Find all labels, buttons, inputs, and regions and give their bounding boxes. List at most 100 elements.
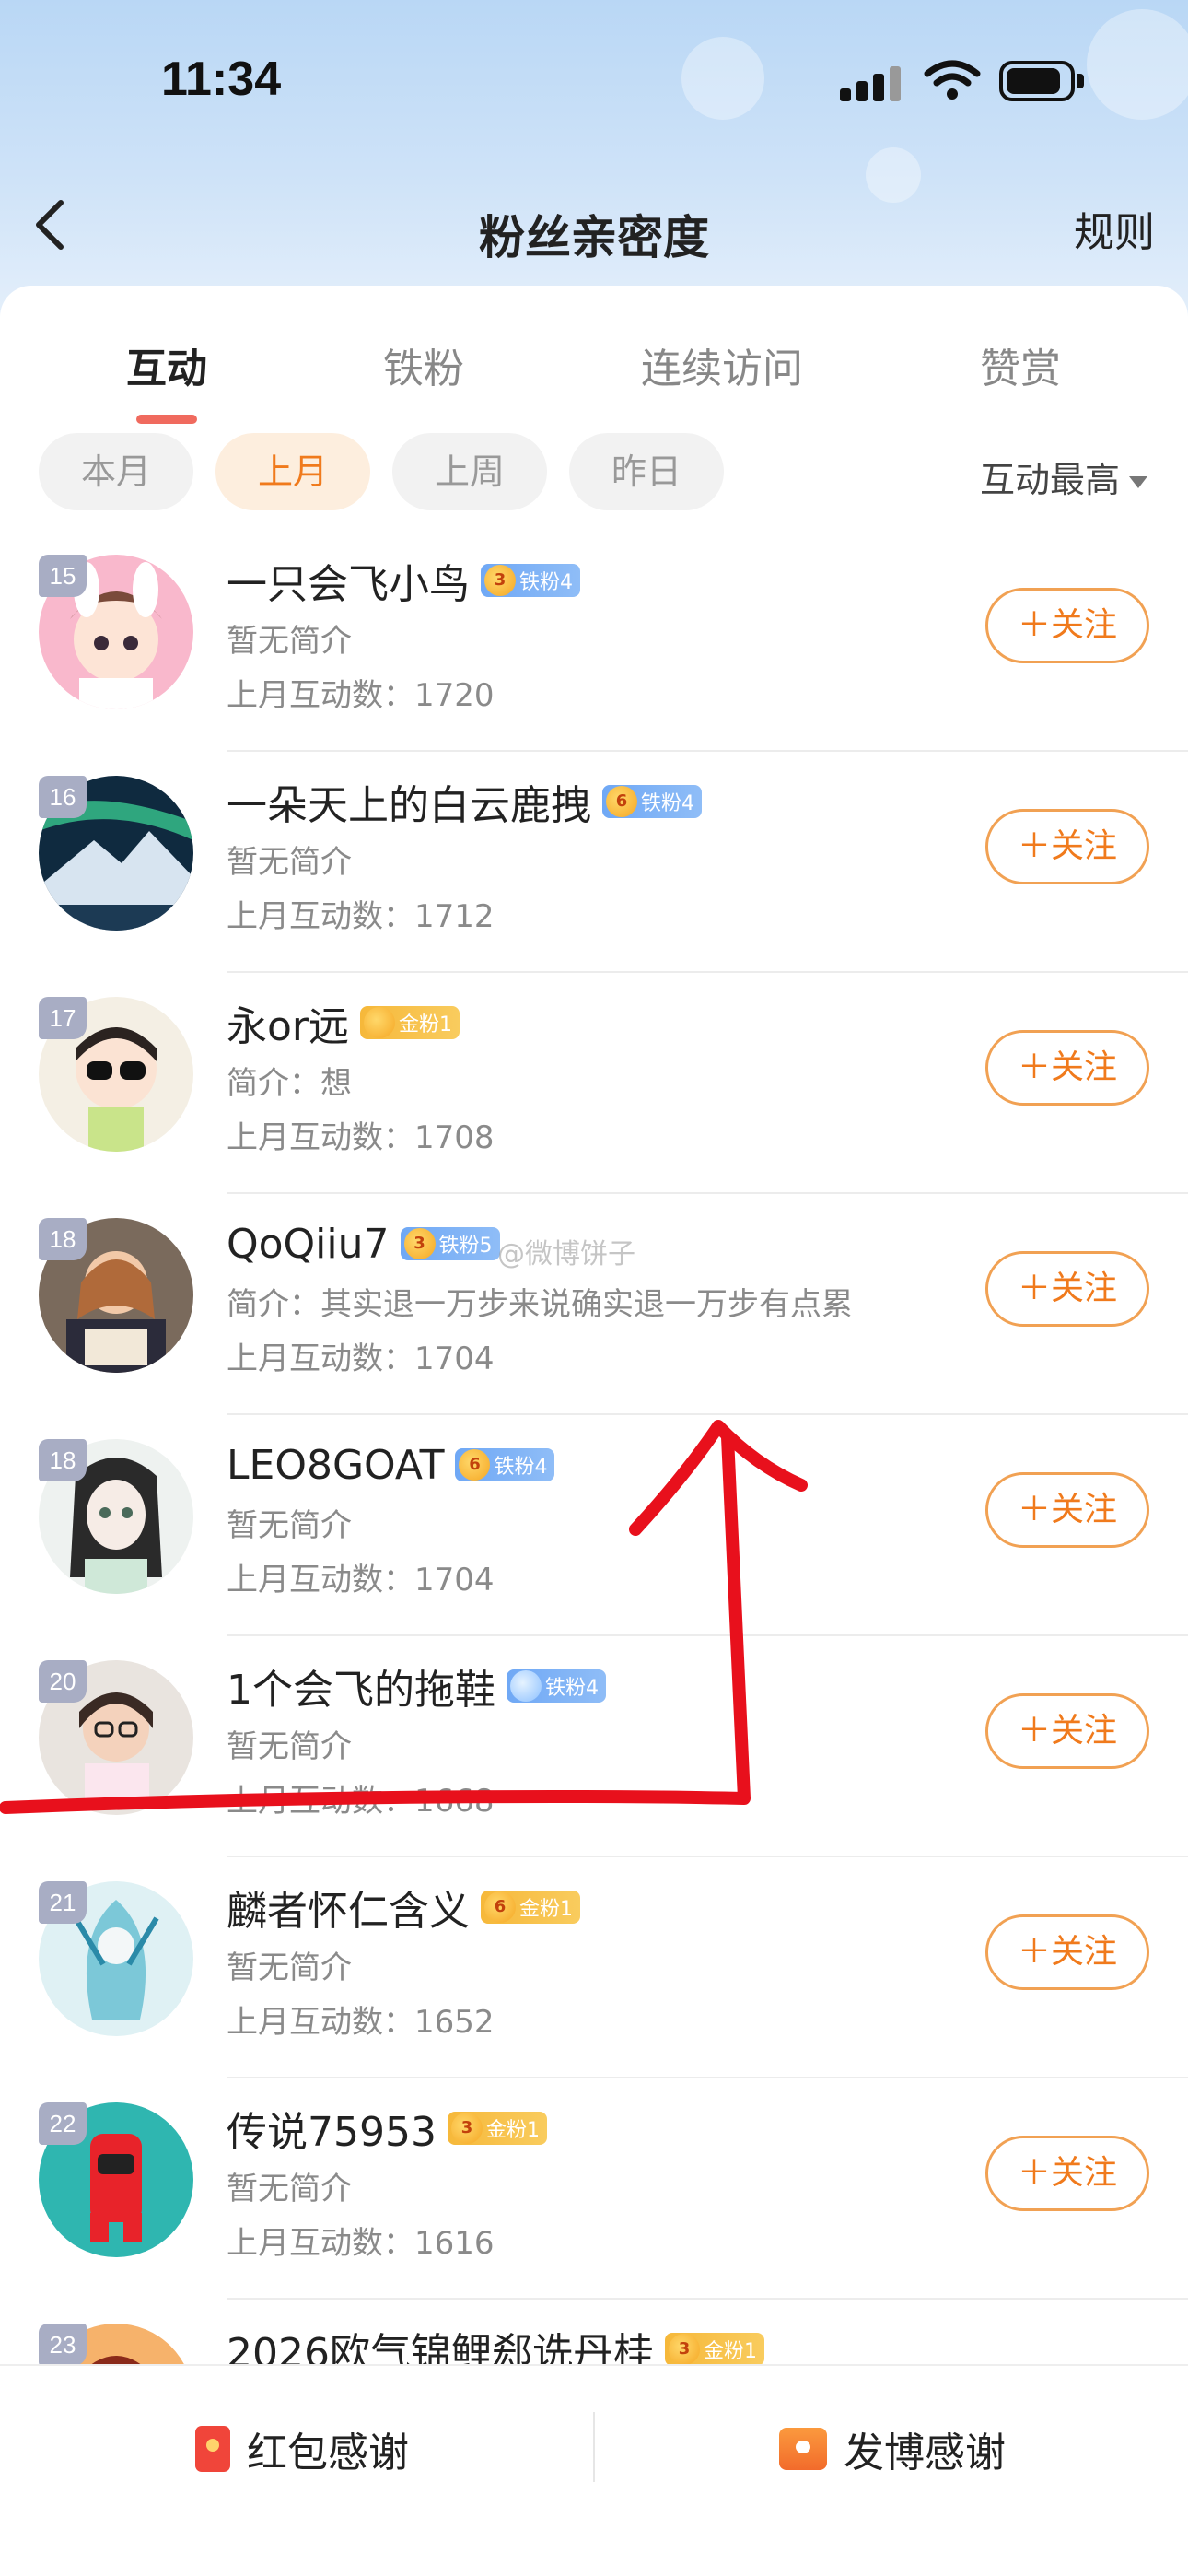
fan-intro: 暂无简介 xyxy=(227,1950,352,1986)
tab-bar: 互动 铁粉 连续访问 赞赏 xyxy=(0,313,1188,424)
fan-name[interactable]: 一只会飞小鸟 xyxy=(227,551,470,610)
rank-badge: 16 xyxy=(39,776,87,818)
filter-this-month[interactable]: 本月 xyxy=(39,433,193,510)
badge-label: 铁粉4 xyxy=(641,792,694,815)
fan-name[interactable]: 一朵天上的白云鹿拽 xyxy=(227,772,591,831)
sort-label: 互动最高 xyxy=(979,460,1120,500)
badge-label: 铁粉4 xyxy=(519,571,573,594)
fan-level-badge: 6 铁粉4 xyxy=(602,785,702,818)
period-filter-bar: 本月 上月 上周 昨日 互动最高 xyxy=(0,433,1188,516)
fan-intro: 暂无简介 xyxy=(227,623,352,660)
follow-button[interactable]: ＋关注 xyxy=(985,1472,1149,1548)
rank-badge: 15 xyxy=(39,555,87,597)
interaction-count: 上月互动数：1652 xyxy=(227,2004,495,2041)
red-packet-label: 红包感谢 xyxy=(247,2430,409,2476)
list-item[interactable]: 15 一只会飞小鸟 3 铁粉4 暂无简介 上月互动数：1720 ＋关注 xyxy=(0,531,1188,752)
filter-last-month[interactable]: 上月 xyxy=(215,433,370,510)
watermark: @微博饼子 xyxy=(497,1238,635,1270)
fan-intro: 简介：想 xyxy=(227,1065,352,1102)
wifi-icon xyxy=(924,60,981,100)
badge-label: 金粉1 xyxy=(703,2340,757,2363)
fan-name[interactable]: 麟者怀仁含义 xyxy=(227,1878,470,1937)
fan-level-badge: 3 铁粉4 xyxy=(481,564,580,597)
list-item[interactable]: 21 麟者怀仁含义 6 金粉1 暂无简介 上月互动数：1652 ＋关注 xyxy=(0,1857,1188,2078)
rank-badge: 22 xyxy=(39,2102,87,2145)
fan-name[interactable]: 永or远 xyxy=(227,993,349,1052)
fan-name[interactable]: QoQiiu7 xyxy=(227,1221,390,1268)
list-item[interactable]: 18 QoQiiu7 3 铁粉5 简介：其实退一万步来说确实退一万步有点累 上月互… xyxy=(0,1194,1188,1415)
page-title: 粉丝亲密度 xyxy=(479,211,709,264)
crown-icon: 3 xyxy=(668,2334,700,2365)
active-tab-indicator xyxy=(136,415,197,424)
list-item[interactable]: 20 1个会飞的拖鞋 铁粉4 暂无简介 上月互动数：1668 ＋关注 xyxy=(0,1636,1188,1857)
rank-badge: 18 xyxy=(39,1439,87,1481)
badge-label: 铁粉5 xyxy=(438,1235,493,1258)
post-gift-icon xyxy=(779,2428,827,2470)
interaction-count: 上月互动数：1704 xyxy=(227,1341,495,1377)
tab-interaction[interactable]: 互动 xyxy=(126,335,207,394)
crown-icon: 3 xyxy=(484,565,516,596)
bottom-action-bar: 红包感谢 发博感谢 xyxy=(0,2364,1188,2576)
tab-consecutive-visits[interactable]: 连续访问 xyxy=(641,335,803,394)
interaction-count: 上月互动数：1616 xyxy=(227,2225,495,2262)
follow-button[interactable]: ＋关注 xyxy=(985,588,1149,663)
badge-label: 金粉1 xyxy=(519,1898,573,1921)
rank-badge: 20 xyxy=(39,1660,87,1703)
follow-button[interactable]: ＋关注 xyxy=(985,1914,1149,1990)
fan-intro: 暂无简介 xyxy=(227,2171,352,2207)
post-thanks-button[interactable]: 发博感谢 xyxy=(779,2412,1006,2486)
battery-icon xyxy=(999,61,1084,101)
fan-level-badge: 6 铁粉4 xyxy=(455,1448,555,1481)
badge-label: 金粉1 xyxy=(399,1013,453,1036)
filter-yesterday[interactable]: 昨日 xyxy=(569,433,724,510)
cellular-signal-icon xyxy=(840,66,904,101)
red-packet-thanks-button[interactable]: 红包感谢 xyxy=(195,2412,409,2486)
red-packet-icon xyxy=(195,2426,230,2472)
fan-intro: 暂无简介 xyxy=(227,1728,352,1765)
fan-level-badge: 3 金粉1 xyxy=(447,2112,547,2145)
list-item[interactable]: 17 永or远 金粉1 简介：想 上月互动数：1708 ＋关注 xyxy=(0,973,1188,1194)
fan-level-badge: 金粉1 xyxy=(360,1006,460,1039)
rules-button[interactable]: 规则 xyxy=(1074,199,1155,258)
badge-label: 铁粉4 xyxy=(545,1677,599,1700)
interaction-count: 上月互动数：1712 xyxy=(227,898,495,935)
crown-icon: 6 xyxy=(459,1449,491,1481)
follow-button[interactable]: ＋关注 xyxy=(985,2136,1149,2211)
interaction-count: 上月互动数：1708 xyxy=(227,1119,495,1156)
crown-icon: 6 xyxy=(606,786,637,817)
sort-dropdown[interactable]: 互动最高 xyxy=(980,451,1147,502)
follow-button[interactable]: ＋关注 xyxy=(985,809,1149,884)
rank-badge: 17 xyxy=(39,997,87,1039)
fan-level-badge: 铁粉4 xyxy=(507,1669,606,1703)
rank-badge: 18 xyxy=(39,1218,87,1260)
badge-label: 金粉1 xyxy=(485,2119,540,2142)
fan-intro: 暂无简介 xyxy=(227,844,352,881)
tab-rewards[interactable]: 赞赏 xyxy=(980,335,1061,394)
follow-button[interactable]: ＋关注 xyxy=(985,1251,1149,1327)
fan-list: 15 一只会飞小鸟 3 铁粉4 暂无简介 上月互动数：1720 ＋关注 16 一… xyxy=(0,531,1188,2521)
list-item[interactable]: 18 LEO8GOAT 6 铁粉4 暂无简介 上月互动数：1704 ＋关注 xyxy=(0,1415,1188,1636)
list-item[interactable]: 22 传说75953 3 金粉1 暂无简介 上月互动数：1616 ＋关注 xyxy=(0,2078,1188,2300)
crown-icon: 3 xyxy=(403,1228,436,1259)
crown-icon xyxy=(364,1007,396,1038)
follow-button[interactable]: ＋关注 xyxy=(985,1693,1149,1769)
rank-badge: 21 xyxy=(39,1881,87,1924)
follow-button[interactable]: ＋关注 xyxy=(985,1030,1149,1106)
fan-intro: 暂无简介 xyxy=(227,1507,352,1544)
list-item[interactable]: 16 一朵天上的白云鹿拽 6 铁粉4 暂无简介 上月互动数：1712 ＋关注 xyxy=(0,752,1188,973)
navigation-bar: 粉丝亲密度 规则 xyxy=(0,175,1188,276)
fan-level-badge: 3 铁粉5 xyxy=(400,1227,500,1260)
fan-level-badge: 3 金粉1 xyxy=(664,2333,764,2366)
fan-name[interactable]: 1个会飞的拖鞋 xyxy=(227,1657,495,1715)
caret-down-icon xyxy=(1129,476,1147,488)
filter-last-week[interactable]: 上周 xyxy=(392,433,547,510)
interaction-count: 上月互动数：1668 xyxy=(227,1783,495,1820)
fan-name[interactable]: 传说75953 xyxy=(227,2099,437,2158)
crown-icon: 3 xyxy=(450,2113,483,2144)
tab-iron-fans[interactable]: 铁粉 xyxy=(383,335,464,394)
badge-label: 铁粉4 xyxy=(494,1456,548,1479)
rank-badge: 23 xyxy=(39,2324,87,2366)
fan-intro: 简介：其实退一万步来说确实退一万步有点累 xyxy=(227,1286,853,1323)
fan-name[interactable]: LEO8GOAT xyxy=(227,1442,444,1489)
crown-icon: 6 xyxy=(484,1891,516,1923)
